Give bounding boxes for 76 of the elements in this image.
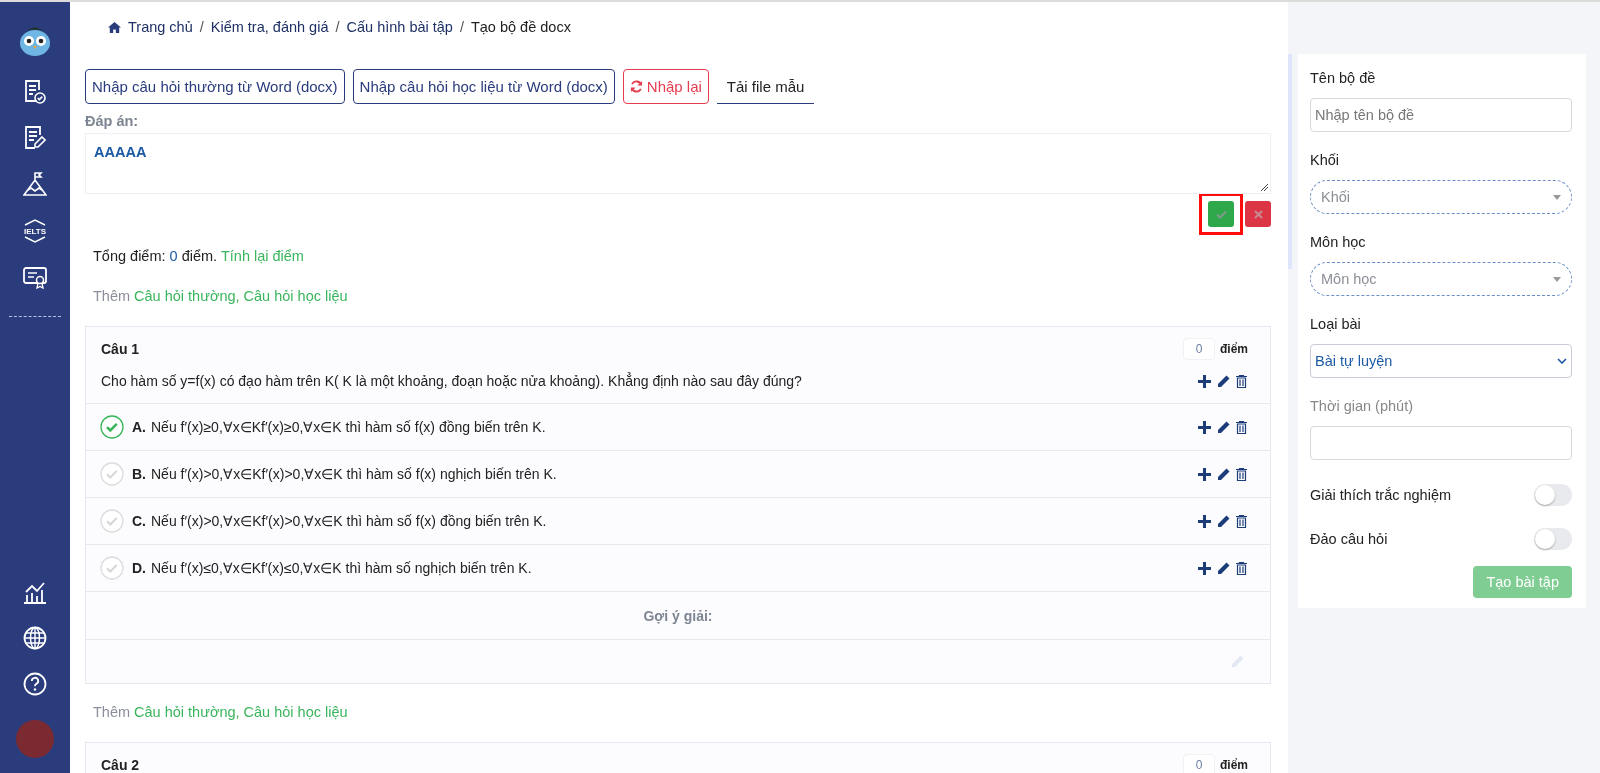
field-label: Tên bộ đề: [1310, 69, 1377, 88]
breadcrumb-separator: /: [199, 19, 204, 35]
trash-icon[interactable]: [1236, 514, 1247, 528]
resize-handle-icon[interactable]: [1260, 183, 1268, 191]
breadcrumb-current: Tạo bộ đề docx: [470, 19, 571, 35]
question-title: Câu 2: [101, 757, 141, 773]
close-icon: [1253, 209, 1263, 219]
reset-button[interactable]: Nhập lại: [622, 69, 709, 104]
question-title: Câu 1: [101, 341, 141, 357]
add-question-link[interactable]: Câu hỏi thường,: [134, 704, 240, 724]
document-edit-icon[interactable]: [24, 126, 46, 150]
text-field[interactable]: [1310, 426, 1572, 460]
field-label: Môn học: [1310, 233, 1367, 252]
field-label: Loại bài: [1310, 315, 1362, 334]
trash-icon[interactable]: [1236, 420, 1247, 434]
add-question-link[interactable]: Câu hỏi học liệu: [243, 704, 348, 724]
add-question-link[interactable]: Câu hỏi học liệu: [243, 288, 348, 308]
question-text: Cho hàm số y=f(x) có đạo hàm trên K( K là một khoảng, đoạn hoặc nửa khoảng). Khẳng định nào sau đây đúng?: [101, 373, 803, 389]
total-score-text: Tổng điểm: 0 điểm.: [93, 248, 218, 264]
pencil-icon[interactable]: [1217, 374, 1230, 388]
chevron-icon: [1557, 358, 1567, 364]
mountain-flag-icon[interactable]: [23, 172, 47, 196]
hint-label: Gợi ý giải:: [643, 607, 713, 624]
plus-icon[interactable]: [1198, 467, 1211, 481]
pencil-icon[interactable]: [1217, 561, 1230, 575]
answer-field[interactable]: AAAAA: [85, 133, 1271, 194]
recalculate-link[interactable]: Tính lại điểm: [220, 248, 304, 264]
option-text: A. Nếu f′(x)≥0,∀x∈Kf′(x)≥0,∀x∈K thì hàm số f(x) đồng biến trên K.: [132, 419, 547, 435]
plus-icon[interactable]: [1198, 561, 1211, 575]
caret-icon: [1553, 276, 1561, 282]
select-field[interactable]: Bài tự luyện: [1310, 344, 1572, 378]
answer-label: Đáp án:: [85, 113, 140, 130]
certificate-icon[interactable]: [23, 266, 47, 290]
trash-icon[interactable]: [1236, 374, 1247, 388]
points-field[interactable]: 0: [1183, 338, 1215, 360]
option-text: C. Nếu f′(x)>0,∀x∈Kf′(x)>0,∀x∈K thì hàm số f(x) đồng biến trên K.: [132, 513, 548, 529]
chart-icon[interactable]: [23, 580, 47, 604]
plus-icon[interactable]: [1198, 374, 1211, 388]
breadcrumb-link[interactable]: Trang chủ: [128, 19, 193, 35]
check-circle-icon[interactable]: [100, 415, 124, 439]
option-text: D. Nếu f′(x)≤0,∀x∈Kf′(x)≤0,∀x∈K thì hàm số nghịch biến trên K.: [132, 560, 533, 576]
refresh-icon: [629, 80, 643, 93]
toggle-switch[interactable]: [1534, 484, 1572, 506]
toggle-switch[interactable]: [1534, 528, 1572, 550]
add-label: Thêm: [93, 288, 131, 306]
add-question-link[interactable]: Câu hỏi thường,: [134, 288, 240, 308]
pencil-icon[interactable]: [1217, 514, 1230, 528]
document-check-icon[interactable]: [24, 80, 46, 104]
toggle-label: Đảo câu hỏi: [1310, 531, 1389, 547]
breadcrumb-link[interactable]: Cấu hình bài tập: [346, 19, 453, 35]
import-button[interactable]: Nhập câu hỏi thường từ Word (docx): [85, 69, 345, 104]
field-label: Thời gian (phút): [1310, 397, 1414, 416]
caret-icon: [1553, 194, 1561, 200]
toggle-label: Giải thích trắc nghiệm: [1310, 487, 1453, 503]
plus-icon[interactable]: [1198, 514, 1211, 528]
points-unit: điểm: [1220, 342, 1248, 356]
pencil-icon[interactable]: [1217, 420, 1230, 434]
field-label: Khối: [1310, 151, 1341, 170]
text-field[interactable]: Nhập tên bộ đề: [1310, 98, 1572, 132]
home-icon: [108, 21, 121, 33]
owl-logo[interactable]: [18, 24, 52, 58]
import-button[interactable]: Nhập câu hỏi học liệu từ Word (docx): [352, 69, 615, 104]
help-icon[interactable]: [23, 672, 47, 696]
plus-icon[interactable]: [1198, 420, 1211, 434]
trash-icon[interactable]: [1236, 467, 1247, 481]
pencil-icon[interactable]: [1217, 467, 1230, 481]
points-field[interactable]: 0: [1183, 754, 1215, 773]
breadcrumb-separator: /: [459, 19, 464, 35]
breadcrumb-separator: /: [335, 19, 340, 35]
points-unit: điểm: [1220, 758, 1248, 772]
option-text: B. Nếu f′(x)>0,∀x∈Kf′(x)>0,∀x∈K thì hàm số f(x) nghịch biến trên K.: [132, 466, 558, 482]
add-label: Thêm: [93, 704, 131, 722]
breadcrumb-link[interactable]: Kiểm tra, đánh giá: [210, 19, 329, 35]
globe-icon[interactable]: [23, 626, 47, 650]
checkmark-icon: [1215, 209, 1227, 219]
trash-icon[interactable]: [1236, 561, 1247, 575]
